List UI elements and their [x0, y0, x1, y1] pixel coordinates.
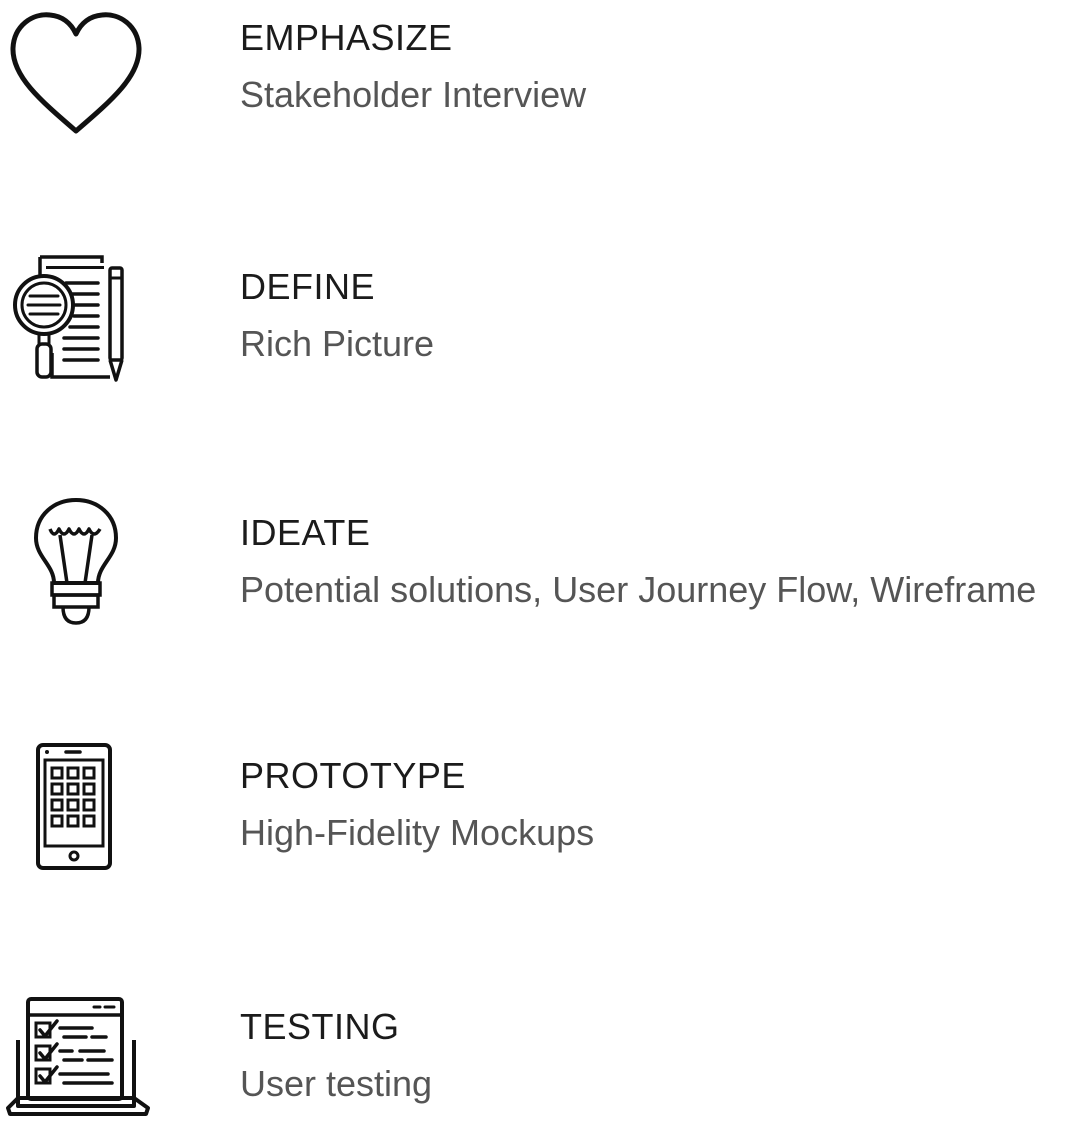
tablet-app-grid-icon [0, 740, 160, 880]
step-description: High-Fidelity Mockups [240, 812, 595, 853]
step-prototype: PROTOTYPE High-Fidelity Mockups [0, 740, 1080, 880]
step-title: IDEATE [240, 512, 371, 553]
step-description: Rich Picture [240, 323, 435, 364]
step-description: User testing [240, 1063, 433, 1104]
step-testing: TESTING User testing [0, 990, 1080, 1130]
step-title: TESTING [240, 1006, 400, 1047]
step-define: DEFINE Rich Picture [0, 250, 1080, 390]
lightbulb-icon [0, 495, 160, 635]
document-magnifier-pencil-icon [0, 250, 160, 390]
step-title: EMPHASIZE [240, 17, 453, 58]
step-title: DEFINE [240, 266, 376, 307]
step-emphasize: EMPHASIZE Stakeholder Interview [0, 10, 1080, 150]
laptop-checklist-icon [0, 990, 160, 1130]
step-ideate: IDEATE Potential solutions, User Journey… [0, 495, 1080, 635]
step-title: PROTOTYPE [240, 755, 466, 796]
step-description: Stakeholder Interview [240, 74, 587, 115]
step-description: Potential solutions, User Journey Flow, … [240, 569, 1037, 610]
heart-icon [0, 10, 160, 150]
